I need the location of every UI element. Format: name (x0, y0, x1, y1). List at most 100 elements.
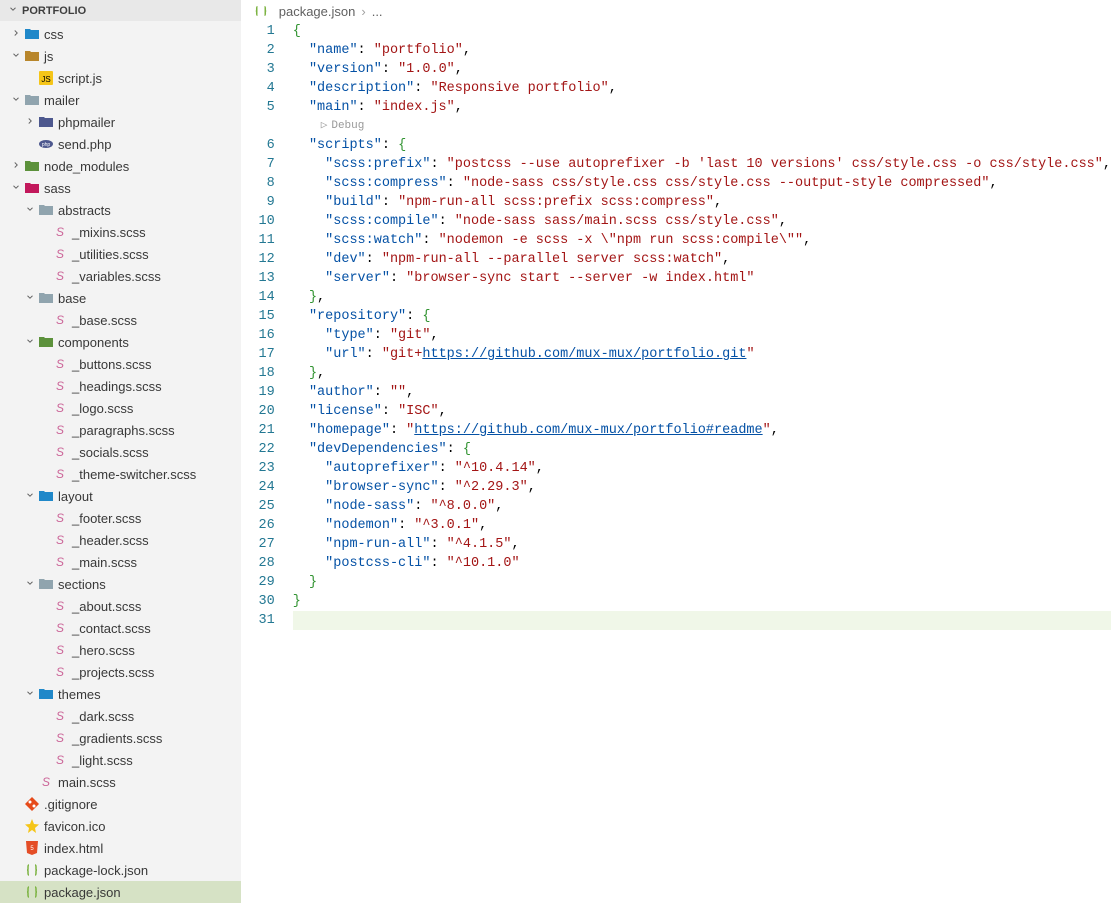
code-line[interactable]: "npm-run-all": "^4.1.5", (293, 535, 1111, 554)
tree-item-sass[interactable]: sass (0, 177, 241, 199)
tree-item--hero-scss[interactable]: S_hero.scss (0, 639, 241, 661)
tree-item--variables-scss[interactable]: S_variables.scss (0, 265, 241, 287)
line-number: 13 (241, 269, 275, 288)
chevron-down-icon[interactable] (8, 49, 24, 63)
code-line[interactable]: "scripts": { (293, 136, 1111, 155)
tree-item--paragraphs-scss[interactable]: S_paragraphs.scss (0, 419, 241, 441)
code-line[interactable]: "build": "npm-run-all scss:prefix scss:c… (293, 193, 1111, 212)
code-line[interactable]: "devDependencies": { (293, 440, 1111, 459)
code-line[interactable]: "name": "portfolio", (293, 41, 1111, 60)
tree-item-label: _variables.scss (72, 269, 161, 284)
breadcrumb[interactable]: package.json › ... (241, 0, 1111, 22)
code-line[interactable]: "homepage": "https://github.com/mux-mux/… (293, 421, 1111, 440)
tree-item--headings-scss[interactable]: S_headings.scss (0, 375, 241, 397)
code-line[interactable]: "repository": { (293, 307, 1111, 326)
tree-item--header-scss[interactable]: S_header.scss (0, 529, 241, 551)
chevron-down-icon[interactable] (22, 335, 38, 349)
svg-text:S: S (56, 467, 64, 481)
code-line[interactable]: "description": "Responsive portfolio", (293, 79, 1111, 98)
tree-item-index-html[interactable]: 5index.html (0, 837, 241, 859)
tree-item-send-php[interactable]: phpsend.php (0, 133, 241, 155)
sass-icon: S (52, 224, 68, 240)
code-line[interactable]: "nodemon": "^3.0.1", (293, 516, 1111, 535)
code-line[interactable]: }, (293, 364, 1111, 383)
tree-item-main-scss[interactable]: Smain.scss (0, 771, 241, 793)
chevron-down-icon[interactable] (22, 577, 38, 591)
chevron-right-icon[interactable] (8, 27, 24, 41)
explorer-header[interactable]: PORTFOLIO (0, 0, 241, 21)
code-line[interactable]: }, (293, 288, 1111, 307)
tree-item--logo-scss[interactable]: S_logo.scss (0, 397, 241, 419)
code-content[interactable]: { "name": "portfolio", "version": "1.0.0… (293, 22, 1111, 903)
tree-item-phpmailer[interactable]: phpmailer (0, 111, 241, 133)
tree-item--gradients-scss[interactable]: S_gradients.scss (0, 727, 241, 749)
tree-item--buttons-scss[interactable]: S_buttons.scss (0, 353, 241, 375)
debug-codelens[interactable]: ▷Debug (293, 117, 1111, 136)
tree-item-favicon-ico[interactable]: favicon.ico (0, 815, 241, 837)
tree-item-sections[interactable]: sections (0, 573, 241, 595)
code-line[interactable]: "autoprefixer": "^10.4.14", (293, 459, 1111, 478)
tree-item--main-scss[interactable]: S_main.scss (0, 551, 241, 573)
code-line[interactable]: "node-sass": "^8.0.0", (293, 497, 1111, 516)
tree-item--light-scss[interactable]: S_light.scss (0, 749, 241, 771)
file-tree[interactable]: cssjsJSscript.jsmailerphpmailerphpsend.p… (0, 21, 241, 903)
breadcrumb-file[interactable]: package.json (279, 4, 356, 19)
tree-item-themes[interactable]: themes (0, 683, 241, 705)
sass-icon: S (52, 400, 68, 416)
chevron-down-icon[interactable] (22, 687, 38, 701)
tree-item--footer-scss[interactable]: S_footer.scss (0, 507, 241, 529)
tree-item--about-scss[interactable]: S_about.scss (0, 595, 241, 617)
code-line[interactable]: "scss:watch": "nodemon -e scss -x \"npm … (293, 231, 1111, 250)
json-icon (24, 884, 40, 900)
code-line[interactable]: "type": "git", (293, 326, 1111, 345)
tree-item--mixins-scss[interactable]: S_mixins.scss (0, 221, 241, 243)
code-line[interactable]: "author": "", (293, 383, 1111, 402)
code-line[interactable]: "postcss-cli": "^10.1.0" (293, 554, 1111, 573)
chevron-down-icon[interactable] (8, 181, 24, 195)
tree-item--gitignore[interactable]: .gitignore (0, 793, 241, 815)
tree-item-js[interactable]: js (0, 45, 241, 67)
tree-item-node-modules[interactable]: node_modules (0, 155, 241, 177)
tree-item--base-scss[interactable]: S_base.scss (0, 309, 241, 331)
file-explorer-sidebar[interactable]: PORTFOLIO cssjsJSscript.jsmailerphpmaile… (0, 0, 241, 903)
tree-item-css[interactable]: css (0, 23, 241, 45)
tree-item--theme-switcher-scss[interactable]: S_theme-switcher.scss (0, 463, 241, 485)
chevron-down-icon[interactable] (22, 291, 38, 305)
tree-item--dark-scss[interactable]: S_dark.scss (0, 705, 241, 727)
code-line[interactable]: "version": "1.0.0", (293, 60, 1111, 79)
tree-item-base[interactable]: base (0, 287, 241, 309)
tree-item-package-json[interactable]: package.json (0, 881, 241, 903)
tree-item--contact-scss[interactable]: S_contact.scss (0, 617, 241, 639)
code-line[interactable]: "scss:prefix": "postcss --use autoprefix… (293, 155, 1111, 174)
code-line[interactable]: "server": "browser-sync start --server -… (293, 269, 1111, 288)
chevron-down-icon[interactable] (8, 93, 24, 107)
tree-item-components[interactable]: components (0, 331, 241, 353)
tree-item--utilities-scss[interactable]: S_utilities.scss (0, 243, 241, 265)
tree-item-label: node_modules (44, 159, 129, 174)
line-number: 5 (241, 98, 275, 117)
chevron-down-icon[interactable] (22, 489, 38, 503)
code-editor[interactable]: 1234567891011121314151617181920212223242… (241, 22, 1111, 903)
code-line[interactable]: } (293, 573, 1111, 592)
code-line[interactable]: "browser-sync": "^2.29.3", (293, 478, 1111, 497)
chevron-right-icon[interactable] (22, 115, 38, 129)
code-line[interactable]: } (293, 592, 1111, 611)
tree-item-layout[interactable]: layout (0, 485, 241, 507)
tree-item-package-lock-json[interactable]: package-lock.json (0, 859, 241, 881)
tree-item--projects-scss[interactable]: S_projects.scss (0, 661, 241, 683)
tree-item-abstracts[interactable]: abstracts (0, 199, 241, 221)
code-line[interactable]: "scss:compile": "node-sass sass/main.scs… (293, 212, 1111, 231)
code-line[interactable]: "dev": "npm-run-all --parallel server sc… (293, 250, 1111, 269)
code-line[interactable]: "license": "ISC", (293, 402, 1111, 421)
tree-item-mailer[interactable]: mailer (0, 89, 241, 111)
chevron-down-icon[interactable] (22, 203, 38, 217)
code-line[interactable] (293, 611, 1111, 630)
tree-item-script-js[interactable]: JSscript.js (0, 67, 241, 89)
code-line[interactable]: "scss:compress": "node-sass css/style.cs… (293, 174, 1111, 193)
code-line[interactable]: { (293, 22, 1111, 41)
tree-item--socials-scss[interactable]: S_socials.scss (0, 441, 241, 463)
code-line[interactable]: "url": "git+https://github.com/mux-mux/p… (293, 345, 1111, 364)
code-line[interactable]: "main": "index.js", (293, 98, 1111, 117)
breadcrumb-more[interactable]: ... (372, 4, 383, 19)
chevron-right-icon[interactable] (8, 159, 24, 173)
